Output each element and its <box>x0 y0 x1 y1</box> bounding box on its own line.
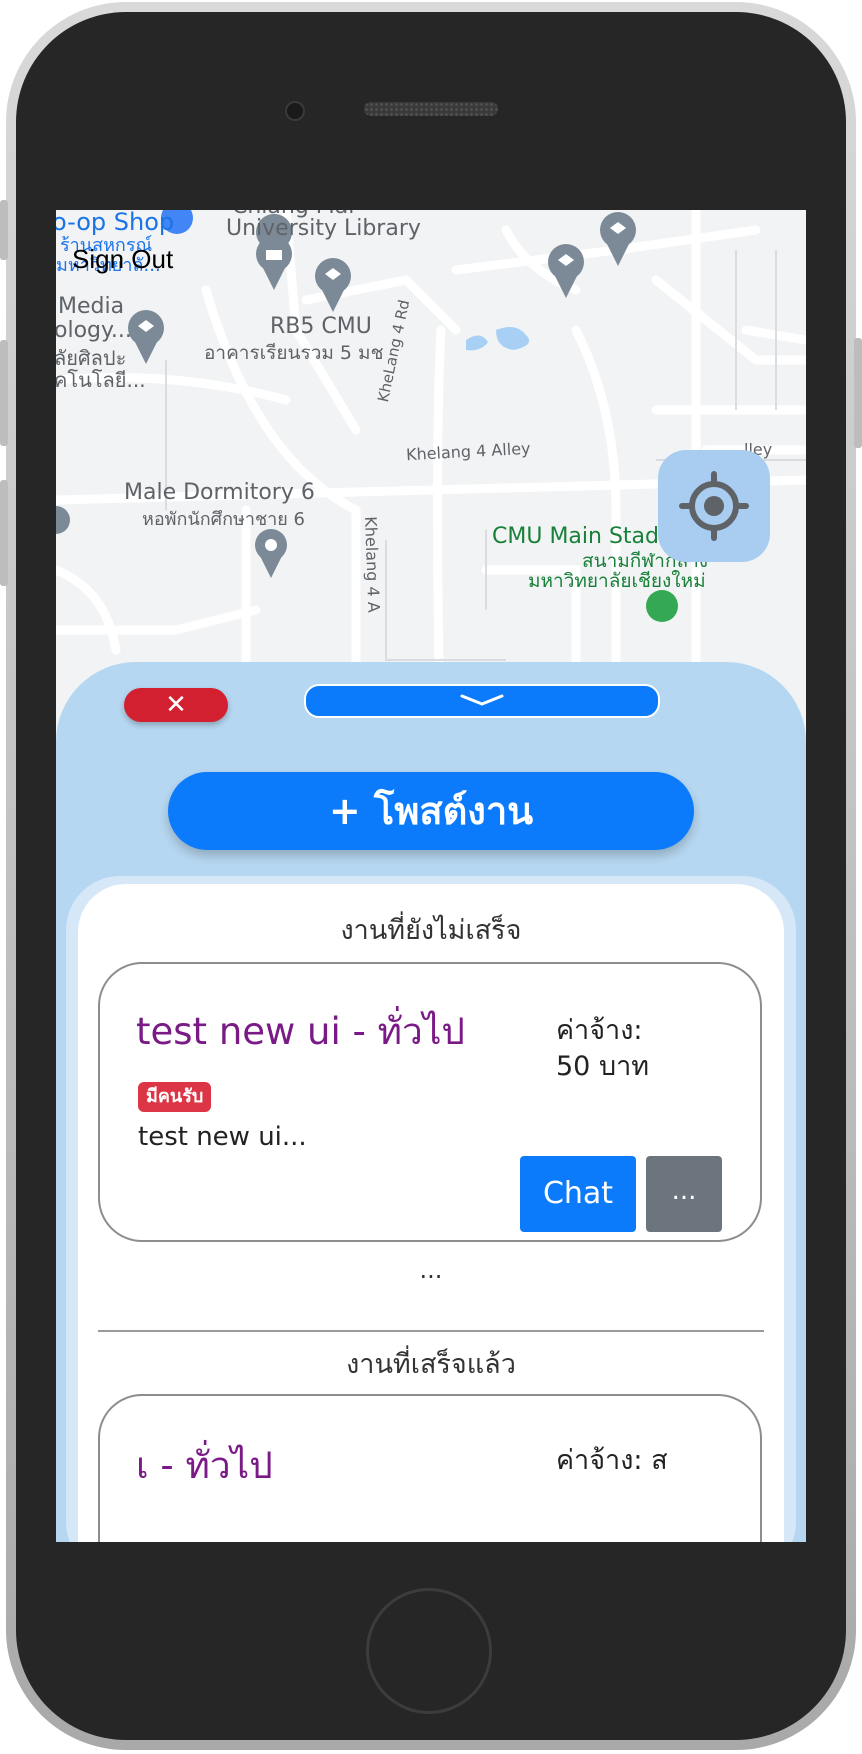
volume-up-button <box>0 340 8 446</box>
my-location-icon <box>679 471 749 541</box>
completed-job-title: เ - ทั่วไป <box>136 1444 273 1487</box>
job-title: test new ui - ทั่วไป <box>136 1010 465 1053</box>
map-label-rb5-th: อาคารเรียนรวม 5 มช <box>204 342 384 364</box>
app-screen: o-op Shop ร้านสหกรณ์ มหาวิทยาลั... Chian… <box>56 210 806 1542</box>
job-pay-value: 50 บาท <box>556 1051 650 1082</box>
map-label-media-1: Media <box>58 294 125 319</box>
front-camera <box>285 101 305 121</box>
mute-switch <box>0 200 8 260</box>
map-label-media-2: ology... <box>56 318 132 343</box>
completed-job-pay-label: ค่าจ้าง: ส <box>556 1445 668 1476</box>
map-label-khelang-alley-2: Khelang 4 A <box>361 516 384 613</box>
map-label-male-dorm-th: หอพักนักศึกษาชาย 6 <box>142 509 305 530</box>
map-label-male-dorm: Male Dormitory 6 <box>124 480 315 505</box>
section-divider <box>98 1330 764 1332</box>
completed-section-title: งานที่เสร็จแล้ว <box>346 1349 516 1380</box>
close-sheet-button[interactable]: ✕ <box>124 688 228 722</box>
job-list-panel[interactable]: งานที่ยังไม่เสร็จ test new ui - ทั่วไป ค… <box>78 884 784 1542</box>
map-label-rb5: RB5 CMU <box>270 314 372 339</box>
my-location-button[interactable] <box>658 450 770 562</box>
earpiece-speaker <box>364 102 498 116</box>
map-label-library-2: University Library <box>226 216 421 241</box>
post-job-button[interactable]: + โพสต์งาน <box>168 772 694 850</box>
more-options-button[interactable]: ... <box>646 1156 722 1232</box>
collapse-sheet-button[interactable] <box>304 684 660 718</box>
job-bottom-sheet: ✕ + โพสต์งาน งานที่ยังไม่เสร็จ test new … <box>56 662 806 1542</box>
chevron-down-icon <box>460 694 504 706</box>
map-label-stadium-th-2: มหาวิทยาลัยเชียงใหม่ <box>528 570 706 592</box>
home-button <box>366 1588 492 1714</box>
pending-section-title: งานที่ยังไม่เสร็จ <box>340 915 522 946</box>
power-button <box>854 338 862 448</box>
sign-out-link[interactable]: Sign Out <box>72 244 173 275</box>
close-icon: ✕ <box>165 690 187 720</box>
map-label-media-4: คโนโลยี... <box>56 368 146 392</box>
completed-job-card[interactable]: เ - ทั่วไป ค่าจ้าง: ส <box>98 1394 762 1542</box>
status-badge: มีคนรับ <box>138 1082 212 1112</box>
chat-button[interactable]: Chat <box>520 1156 636 1232</box>
job-description: test new ui... <box>138 1122 307 1152</box>
volume-down-button <box>0 480 8 586</box>
more-indicator: ... <box>419 1256 443 1284</box>
job-card[interactable]: test new ui - ทั่วไป ค่าจ้าง: 50 บาท มีค… <box>98 962 762 1242</box>
